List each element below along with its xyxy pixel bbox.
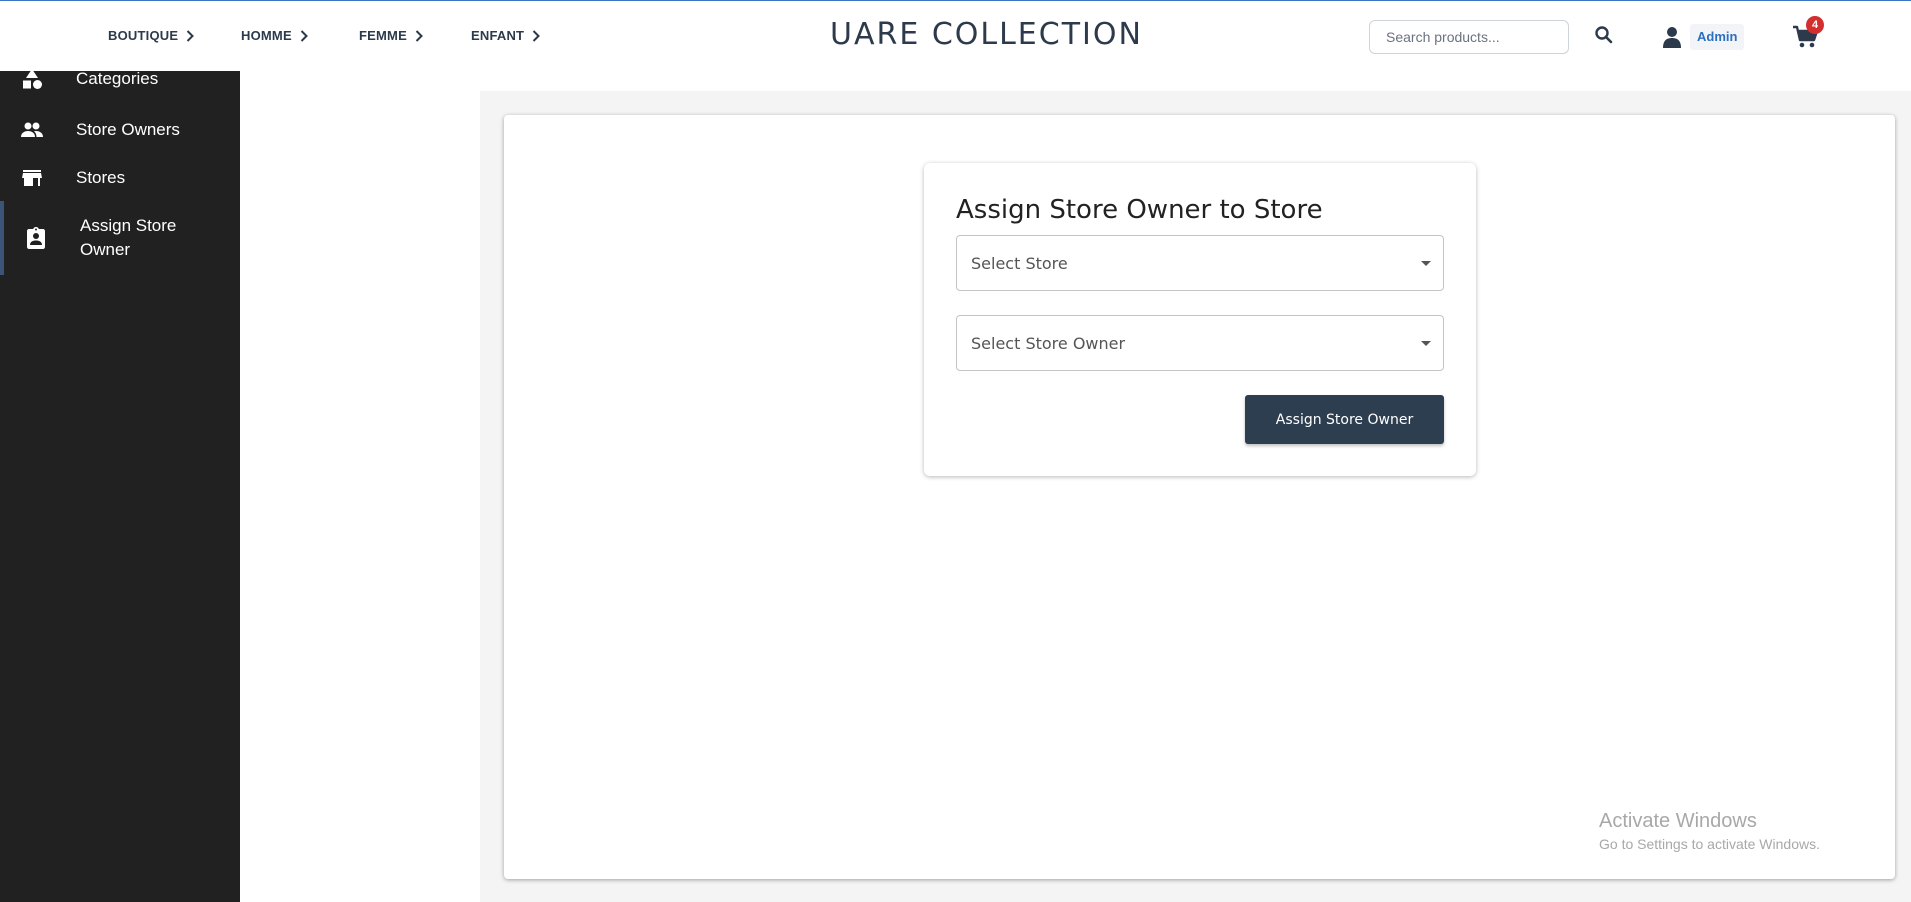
search-input[interactable] bbox=[1369, 20, 1569, 54]
chevron-right-icon bbox=[415, 29, 423, 42]
nav-item-label: FEMME bbox=[359, 28, 407, 43]
store-owner-select[interactable]: Select Store Owner bbox=[956, 315, 1444, 371]
sidebar-item-store-owners[interactable]: Store Owners bbox=[0, 115, 240, 145]
dropdown-arrow-icon bbox=[1421, 341, 1431, 346]
assignment-ind-icon bbox=[27, 227, 45, 249]
nav-item-femme[interactable]: FEMME bbox=[359, 28, 423, 43]
sidebar-item-categories[interactable]: Categories bbox=[0, 69, 240, 97]
activate-windows-subtitle: Go to Settings to activate Windows. bbox=[1599, 836, 1820, 852]
top-navbar: BOUTIQUE HOMME FEMME ENFANT UARE COLLECT… bbox=[0, 0, 1911, 71]
nav-item-label: ENFANT bbox=[471, 28, 525, 43]
nav-item-homme[interactable]: HOMME bbox=[241, 28, 308, 43]
assign-store-owner-button[interactable]: Assign Store Owner bbox=[1245, 395, 1444, 444]
brand-logo[interactable]: UARE COLLECTION bbox=[830, 17, 1143, 52]
cart-count-badge: 4 bbox=[1806, 16, 1824, 34]
store-select-placeholder: Select Store bbox=[971, 254, 1068, 273]
activate-windows-title: Activate Windows bbox=[1599, 810, 1757, 832]
dropdown-arrow-icon bbox=[1421, 261, 1431, 266]
sidebar-item-label: Assign Store Owner bbox=[80, 216, 177, 259]
people-icon bbox=[21, 122, 43, 137]
chevron-right-icon bbox=[187, 29, 195, 42]
search-icon[interactable] bbox=[1594, 25, 1614, 45]
sidebar: Categories Store Owners Stores Assign St… bbox=[0, 69, 240, 902]
admin-user-link[interactable]: Admin bbox=[1690, 24, 1745, 50]
store-icon bbox=[22, 170, 42, 186]
user-icon[interactable] bbox=[1663, 26, 1681, 48]
nav-item-label: BOUTIQUE bbox=[108, 28, 179, 43]
sidebar-item-stores[interactable]: Stores bbox=[0, 163, 240, 193]
chevron-right-icon bbox=[532, 29, 541, 42]
store-owner-select-placeholder: Select Store Owner bbox=[971, 334, 1126, 353]
chevron-right-icon bbox=[300, 29, 308, 42]
sidebar-item-assign-store-owner[interactable]: Assign Store Owner bbox=[0, 201, 240, 275]
nav-item-label: HOMME bbox=[241, 28, 292, 43]
nav-item-boutique[interactable]: BOUTIQUE bbox=[108, 28, 195, 43]
sidebar-item-label: Store Owners bbox=[76, 120, 180, 139]
sidebar-item-label: Stores bbox=[76, 168, 126, 187]
nav-item-enfant[interactable]: ENFANT bbox=[471, 28, 541, 43]
form-title: Assign Store Owner to Store bbox=[956, 195, 1323, 225]
store-select[interactable]: Select Store bbox=[956, 235, 1444, 291]
